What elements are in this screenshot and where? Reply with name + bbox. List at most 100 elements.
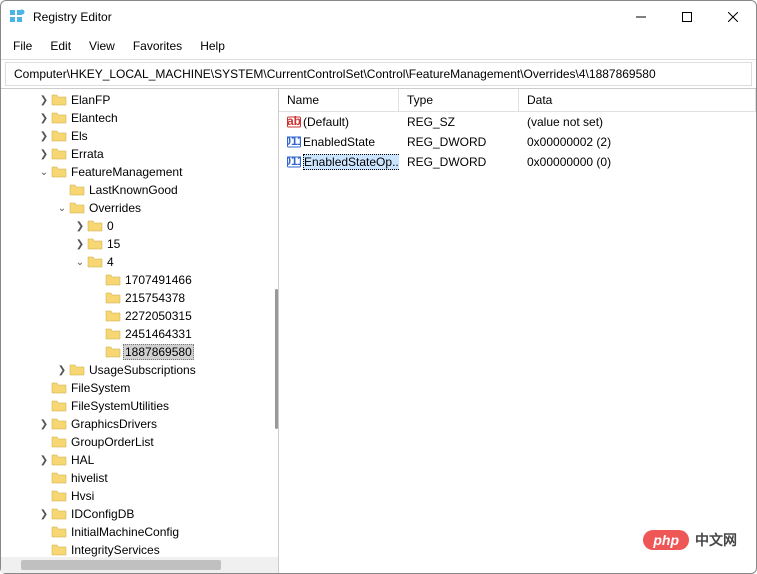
- tree-pane: ❯ ElanFP ❯ Elantech ❯ Els ❯ Errata ⌄ FeatureManag…: [1, 89, 279, 573]
- tree-node-label: IntegrityServices: [69, 543, 162, 557]
- app-icon: [9, 9, 25, 25]
- tree-node[interactable]: GroupOrderList: [1, 433, 278, 451]
- tree-node[interactable]: ❯ Errata: [1, 145, 278, 163]
- tree-node-label: UsageSubscriptions: [87, 363, 198, 377]
- svg-text:011: 011: [287, 135, 301, 148]
- expand-icon[interactable]: ❯: [37, 131, 51, 142]
- collapse-icon[interactable]: ⌄: [37, 167, 51, 178]
- values-pane: Name Type Data ab(Default)REG_SZ(value n…: [279, 89, 756, 573]
- tree-node-label: Hvsi: [69, 489, 96, 503]
- column-header-type[interactable]: Type: [399, 89, 519, 111]
- tree-node[interactable]: ❯ UsageSubscriptions: [1, 361, 278, 379]
- watermark-badge: php: [643, 530, 689, 550]
- address-bar[interactable]: Computer\HKEY_LOCAL_MACHINE\SYSTEM\Curre…: [5, 62, 752, 86]
- expand-icon[interactable]: ❯: [73, 221, 87, 232]
- tree-node[interactable]: 215754378: [1, 289, 278, 307]
- expand-icon[interactable]: ❯: [55, 365, 69, 376]
- column-header-name[interactable]: Name: [279, 89, 399, 111]
- close-button[interactable]: [710, 1, 756, 33]
- value-type: REG_DWORD: [399, 153, 519, 171]
- tree-node-label: LastKnownGood: [87, 183, 180, 197]
- tree-node[interactable]: ❯ Els: [1, 127, 278, 145]
- maximize-button[interactable]: [664, 1, 710, 33]
- tree-node-label: FeatureManagement: [69, 165, 184, 179]
- tree-node-label: Errata: [69, 147, 106, 161]
- tree-node-label: 2272050315: [123, 309, 194, 323]
- value-type: REG_SZ: [399, 113, 519, 131]
- tree-node[interactable]: 2272050315: [1, 307, 278, 325]
- tree-node-label: GraphicsDrivers: [69, 417, 159, 431]
- tree-node-label: 1887869580: [123, 344, 194, 360]
- tree-node[interactable]: ❯ Elantech: [1, 109, 278, 127]
- tree-node-label: FileSystemUtilities: [69, 399, 171, 413]
- tree-body[interactable]: ❯ ElanFP ❯ Elantech ❯ Els ❯ Errata ⌄ FeatureManag…: [1, 89, 278, 557]
- tree-node[interactable]: 1707491466: [1, 271, 278, 289]
- tree-node[interactable]: FileSystem: [1, 379, 278, 397]
- expand-icon[interactable]: ❯: [37, 419, 51, 430]
- value-name: EnabledStateOp...: [303, 154, 399, 170]
- tree-node-label: 2451464331: [123, 327, 194, 341]
- values-header: Name Type Data: [279, 89, 756, 112]
- svg-text:011: 011: [287, 155, 301, 168]
- tree-node[interactable]: FileSystemUtilities: [1, 397, 278, 415]
- value-data: 0x00000002 (2): [519, 133, 756, 151]
- tree-node[interactable]: LastKnownGood: [1, 181, 278, 199]
- tree-node[interactable]: ❯ 15: [1, 235, 278, 253]
- expand-icon[interactable]: ❯: [73, 239, 87, 250]
- watermark-text: 中文网: [695, 530, 737, 550]
- menu-file[interactable]: File: [5, 35, 40, 57]
- menubar: File Edit View Favorites Help: [1, 33, 756, 60]
- expand-icon[interactable]: ❯: [37, 149, 51, 160]
- tree-node[interactable]: InitialMachineConfig: [1, 523, 278, 541]
- tree-node[interactable]: Hvsi: [1, 487, 278, 505]
- tree-node-label: ElanFP: [69, 93, 112, 107]
- value-row[interactable]: ab(Default)REG_SZ(value not set): [279, 112, 756, 132]
- tree-node[interactable]: ⌄ Overrides: [1, 199, 278, 217]
- tree-node-label: 15: [105, 237, 122, 251]
- tree-node-label: Els: [69, 129, 90, 143]
- expand-icon[interactable]: ❯: [37, 455, 51, 466]
- menu-help[interactable]: Help: [192, 35, 233, 57]
- tree-node-label: 4: [105, 255, 116, 269]
- pane-resize-handle[interactable]: [275, 289, 278, 429]
- tree-node[interactable]: ❯ GraphicsDrivers: [1, 415, 278, 433]
- tree-node[interactable]: ⌄ FeatureManagement: [1, 163, 278, 181]
- menu-favorites[interactable]: Favorites: [125, 35, 190, 57]
- value-row[interactable]: 011EnabledState REG_DWORD0x00000002 (2): [279, 132, 756, 152]
- tree-node[interactable]: 2451464331: [1, 325, 278, 343]
- titlebar: Registry Editor: [1, 1, 756, 33]
- window-title: Registry Editor: [33, 10, 618, 24]
- tree-node[interactable]: ❯0: [1, 217, 278, 235]
- expand-icon[interactable]: ❯: [37, 509, 51, 520]
- tree-node-label: HAL: [69, 453, 96, 467]
- collapse-icon[interactable]: ⌄: [55, 203, 69, 214]
- tree-node-label: 1707491466: [123, 273, 194, 287]
- tree-node[interactable]: ⌄4: [1, 253, 278, 271]
- tree-node[interactable]: ❯ IDConfigDB: [1, 505, 278, 523]
- menu-edit[interactable]: Edit: [42, 35, 79, 57]
- tree-node[interactable]: hivelist: [1, 469, 278, 487]
- tree-node-label: Elantech: [69, 111, 120, 125]
- values-body: ab(Default)REG_SZ(value not set)011Enabl…: [279, 112, 756, 172]
- tree-node[interactable]: 1887869580: [1, 343, 278, 361]
- tree-node[interactable]: ❯ ElanFP: [1, 91, 278, 109]
- tree-node[interactable]: IntegrityServices: [1, 541, 278, 557]
- tree-horizontal-scrollbar[interactable]: [1, 557, 278, 573]
- tree-node-label: FileSystem: [69, 381, 132, 395]
- tree-node-label: IDConfigDB: [69, 507, 136, 521]
- menu-view[interactable]: View: [81, 35, 123, 57]
- tree-node-label: Overrides: [87, 201, 143, 215]
- watermark: php 中文网: [643, 530, 737, 550]
- minimize-button[interactable]: [618, 1, 664, 33]
- value-data: 0x00000000 (0): [519, 153, 756, 171]
- expand-icon[interactable]: ❯: [37, 95, 51, 106]
- content-area: ❯ ElanFP ❯ Elantech ❯ Els ❯ Errata ⌄ FeatureManag…: [1, 88, 756, 573]
- column-header-data[interactable]: Data: [519, 89, 756, 111]
- value-row[interactable]: 011EnabledStateOp...REG_DWORD0x00000000 …: [279, 152, 756, 172]
- expand-icon[interactable]: ❯: [37, 113, 51, 124]
- value-type: REG_DWORD: [399, 133, 519, 151]
- tree-node-label: GroupOrderList: [69, 435, 156, 449]
- collapse-icon[interactable]: ⌄: [73, 257, 87, 268]
- tree-node[interactable]: ❯ HAL: [1, 451, 278, 469]
- value-name: EnabledState: [303, 135, 375, 149]
